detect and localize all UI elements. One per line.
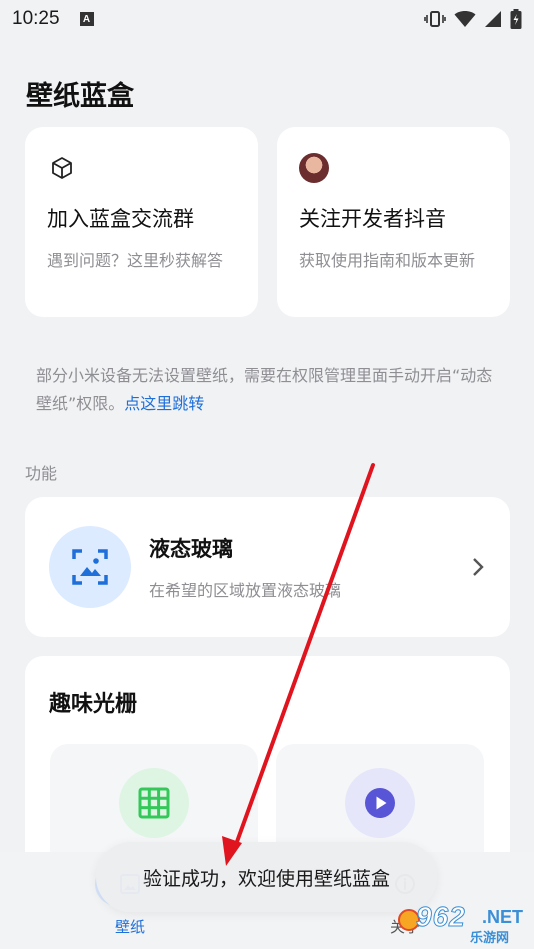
status-icons — [424, 9, 522, 29]
status-bar: 10:25 A — [0, 0, 534, 38]
watermark-number: 962 — [416, 901, 466, 933]
signal-icon — [485, 11, 501, 27]
image-frame-icon — [49, 526, 131, 608]
notice-jump-link[interactable]: 点这里跳转 — [124, 394, 204, 413]
section-label-features: 功能 — [25, 464, 58, 483]
avatar-icon — [299, 153, 329, 183]
play-icon — [345, 768, 415, 838]
join-group-title: 加入蓝盒交流群 — [47, 207, 194, 231]
status-time: 10:25 — [12, 8, 60, 29]
nav-label-wallpaper: 壁纸 — [114, 918, 145, 936]
join-group-desc: 遇到问题？这里秒获解答 — [47, 251, 224, 270]
watermark-sub: 乐游网 — [470, 930, 510, 945]
liquid-glass-desc: 在希望的区域放置液态玻璃 — [149, 581, 342, 600]
toast-message: 验证成功，欢迎使用壁纸蓝盒 — [96, 842, 437, 912]
liquid-glass-card[interactable]: 液态玻璃 在希望的区域放置液态玻璃 — [25, 497, 510, 637]
liquid-glass-title: 液态玻璃 — [149, 537, 233, 561]
notice-text: 部分小米设备无法设置壁纸，需要在权限管理里面手动开启“动态壁纸”权限。 — [36, 366, 493, 413]
vibrate-icon — [424, 11, 446, 27]
fun-raster-title: 趣味光栅 — [49, 692, 138, 717]
chevron-right-icon — [473, 558, 484, 576]
follow-douyin-card[interactable]: 关注开发者抖音 获取使用指南和版本更新 — [277, 127, 510, 317]
cube-icon — [47, 153, 77, 183]
wifi-icon — [454, 11, 476, 27]
watermark-net: .NET — [482, 907, 524, 927]
liquid-glass-text: 液态玻璃 在希望的区域放置液态玻璃 — [149, 533, 341, 601]
notification-a-icon: A — [79, 12, 94, 26]
watermark-logo: 962 .NET 乐游网 — [398, 901, 528, 945]
permission-notice: 部分小米设备无法设置壁纸，需要在权限管理里面手动开启“动态壁纸”权限。点这里跳转 — [36, 362, 496, 418]
join-group-card[interactable]: 加入蓝盒交流群 遇到问题？这里秒获解答 — [25, 127, 258, 317]
battery-charging-icon — [510, 9, 522, 29]
app-title: 壁纸蓝盒 — [26, 81, 134, 112]
follow-douyin-desc: 获取使用指南和版本更新 — [299, 251, 476, 270]
grid-icon — [119, 768, 189, 838]
follow-douyin-title: 关注开发者抖音 — [299, 207, 446, 231]
